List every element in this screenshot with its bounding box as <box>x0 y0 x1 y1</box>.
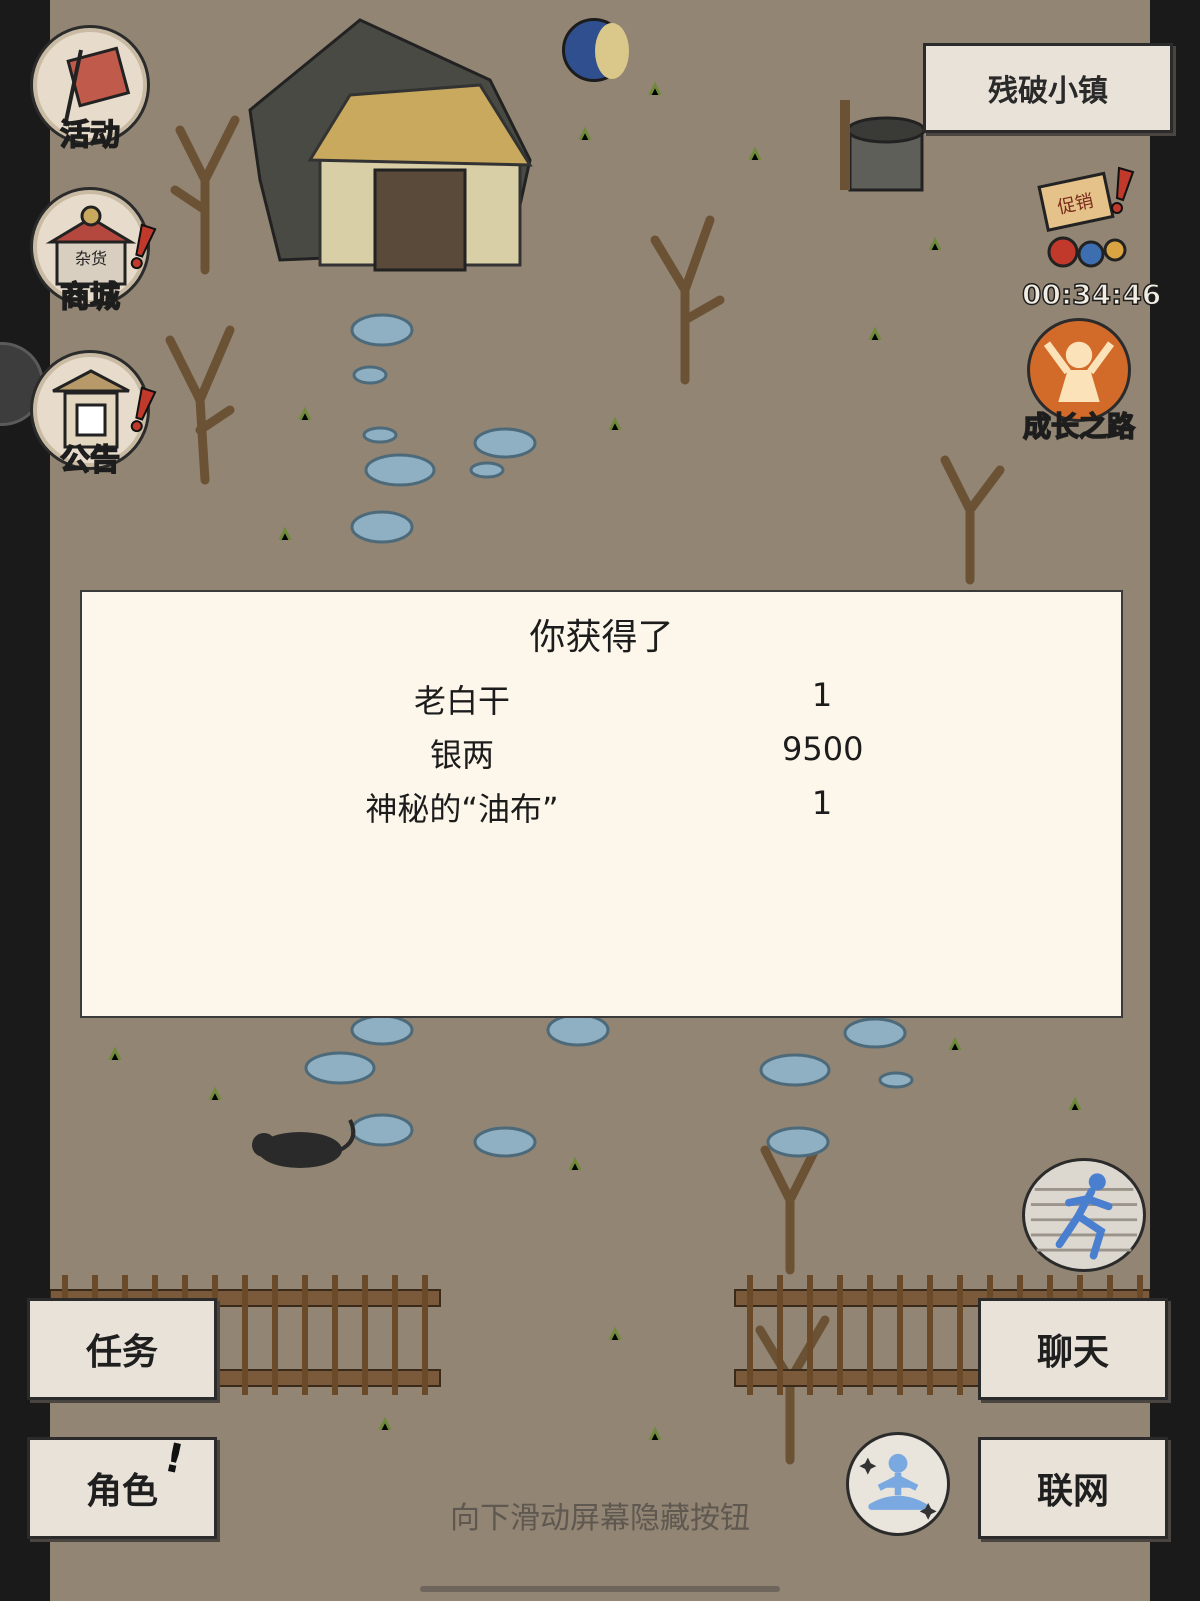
meditate-button[interactable] <box>846 1432 950 1536</box>
reward-dialog-title: 你获得了 <box>529 617 674 658</box>
location-name-plate: 残破小镇 <box>923 43 1173 133</box>
activity-label: 活动 <box>59 117 121 154</box>
stone-well <box>840 100 926 192</box>
reward-row: 银两 9500 <box>82 730 1121 780</box>
running-figure-icon <box>1030 1173 1138 1260</box>
reward-item-qty: 1 <box>811 784 833 822</box>
promo-button[interactable]: 促销 <box>1025 160 1145 270</box>
shop-label: 商城 <box>59 279 121 316</box>
rat-sprite <box>252 1119 356 1168</box>
reward-item-qty: 1 <box>811 676 833 714</box>
character-button[interactable]: 角色 <box>27 1437 217 1539</box>
reward-item-name: 银两 <box>429 736 494 774</box>
reward-row: 神秘的“油布” 1 <box>82 784 1121 834</box>
character-button-label: 角色 <box>85 1471 158 1512</box>
game-screen: 活动 杂货 商城 公告 残破小镇 促销 00:34:46 成长之路 你获得了 老… <box>0 0 1200 1601</box>
meditation-figure-icon <box>859 1453 937 1520</box>
run-button[interactable] <box>1022 1158 1146 1272</box>
promo-gift-icon: 促销 <box>1037 166 1135 268</box>
announcement-label: 公告 <box>59 442 121 479</box>
promo-timer: 00:34:46 <box>1021 277 1162 312</box>
chat-button[interactable]: 聊天 <box>978 1298 1168 1400</box>
night-moon-icon[interactable] <box>562 18 629 82</box>
reward-item-name: 神秘的“油布” <box>365 790 559 828</box>
reward-dialog[interactable]: 你获得了 老白干 1 银两 9500 神秘的“油布” 1 <box>80 590 1123 1018</box>
hide-buttons-hint: 向下滑动屏幕隐藏按钮 <box>450 1501 750 1536</box>
activity-button[interactable]: 活动 <box>30 25 150 154</box>
shop-button[interactable]: 杂货 商城 <box>30 187 157 316</box>
stall-sign-text: 杂货 <box>75 249 107 268</box>
network-button[interactable]: 联网 <box>978 1437 1168 1539</box>
announcement-button[interactable]: 公告 <box>30 350 157 479</box>
reward-item-name: 老白干 <box>413 682 510 720</box>
reward-item-qty: 9500 <box>782 730 864 768</box>
home-indicator[interactable] <box>420 1586 780 1592</box>
thatched-hut <box>248 18 533 272</box>
growth-road-label: 成长之路 <box>1022 409 1136 444</box>
reward-row: 老白干 1 <box>82 676 1121 726</box>
growth-road-button[interactable]: 成长之路 <box>1022 318 1136 444</box>
tasks-button[interactable]: 任务 <box>27 1298 217 1400</box>
